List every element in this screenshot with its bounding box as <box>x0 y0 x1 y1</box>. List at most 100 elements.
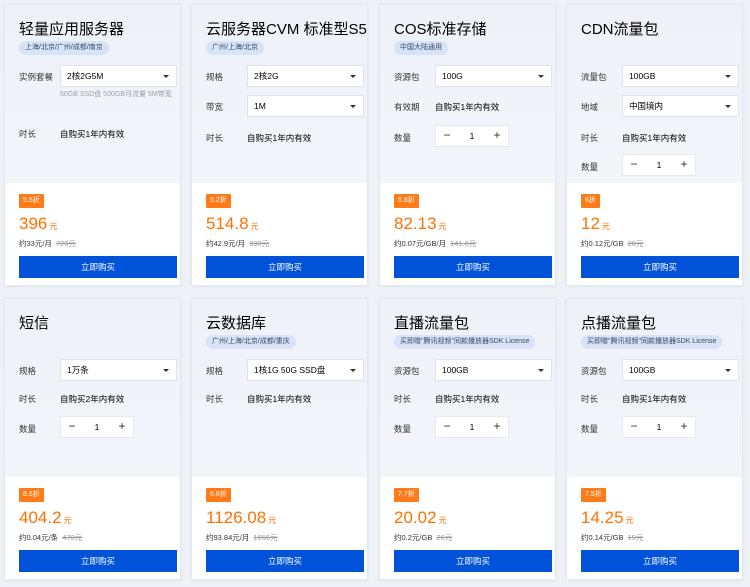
original-price: 470元 <box>62 533 83 542</box>
chevron-down-icon <box>350 105 356 108</box>
price: 396 元 <box>19 214 58 233</box>
spec-select[interactable]: 1核1G 50G SSD盘 <box>247 359 364 381</box>
duration-value: 自购买1年内有效 <box>622 394 687 404</box>
package-label: 资源包 <box>394 72 420 82</box>
chevron-down-icon <box>538 75 544 78</box>
quantity-label: 数量 <box>581 424 599 434</box>
buy-button[interactable]: 立即购买 <box>206 256 364 278</box>
discount-badge: 6.8折 <box>206 488 231 502</box>
traffic-package-select[interactable]: 100GB <box>622 65 739 87</box>
price: 14.25 元 <box>581 508 634 527</box>
validity-value: 自购买1年内有效 <box>435 102 500 112</box>
region-tag: 广州/上海/北京/成都/重庆 <box>206 335 296 349</box>
unit-price: 约0.07元/GB/月 141.6元 <box>394 239 477 248</box>
buy-button[interactable]: 立即购买 <box>394 550 552 572</box>
chevron-down-icon <box>725 75 731 78</box>
discount-badge: 7.7折 <box>394 488 419 502</box>
buy-button[interactable]: 立即购买 <box>581 256 739 278</box>
quantity-label: 数量 <box>581 162 599 172</box>
duration-label: 时长 <box>206 133 224 143</box>
chevron-down-icon <box>350 369 356 372</box>
minus-icon[interactable]: − <box>623 155 645 175</box>
promo-tag: 买即赠"腾讯视频"同款播放器SDK License <box>581 335 723 349</box>
duration-label: 时长 <box>581 133 599 143</box>
unit-price: 约33元/月 720元 <box>19 239 76 248</box>
duration-value: 自购买2年内有效 <box>60 394 125 404</box>
card-title: 短信 <box>19 315 50 332</box>
card-title: CDN流量包 <box>581 21 659 38</box>
package-select[interactable]: 100G <box>435 65 552 87</box>
bandwidth-select[interactable]: 1M <box>247 95 364 117</box>
package-select[interactable]: 100GB <box>622 359 739 381</box>
card-title: 云数据库 <box>206 315 267 332</box>
duration-value: 自购买1年内有效 <box>435 394 500 404</box>
duration-value: 自购买1年内有效 <box>60 129 125 139</box>
quantity-value[interactable]: 1 <box>458 417 486 437</box>
quantity-value[interactable]: 1 <box>83 417 111 437</box>
discount-badge: 5.5折 <box>19 194 44 208</box>
minus-icon[interactable]: − <box>436 126 458 146</box>
duration-label: 时长 <box>19 394 37 404</box>
spec-select[interactable]: 1万条 <box>60 359 177 381</box>
duration-value: 自购买1年内有效 <box>622 133 687 143</box>
card-title: COS标准存储 <box>394 21 487 38</box>
quantity-stepper: − 1 + <box>435 416 509 438</box>
original-price: 1656元 <box>253 533 278 542</box>
discount-badge: 6折 <box>581 194 600 208</box>
region-tag: 广州/上海/北京 <box>206 41 264 55</box>
plus-icon[interactable]: + <box>486 126 508 146</box>
spec-label: 实例套餐 <box>19 72 54 82</box>
product-card-sms: 短信 规格 1万条 时长 自购买2年内有效 数量 − 1 + 8.6折 404.… <box>4 298 181 580</box>
buy-button[interactable]: 立即购买 <box>206 550 364 572</box>
spec-label: 规格 <box>206 72 224 82</box>
original-price: 20元 <box>627 239 644 248</box>
minus-icon[interactable]: − <box>623 417 645 437</box>
card-title: 直播流量包 <box>394 315 470 332</box>
buy-button[interactable]: 立即购买 <box>19 550 177 572</box>
price: 12 元 <box>581 214 610 233</box>
quantity-label: 数量 <box>394 133 412 143</box>
buy-button[interactable]: 立即购买 <box>581 550 739 572</box>
buy-button[interactable]: 立即购买 <box>19 256 177 278</box>
price: 20.02 元 <box>394 508 447 527</box>
original-price: 26元 <box>436 533 453 542</box>
buy-button[interactable]: 立即购买 <box>394 256 552 278</box>
price: 404.2 元 <box>19 508 72 527</box>
package-select[interactable]: 100GB <box>435 359 552 381</box>
validity-label: 有效期 <box>394 102 420 112</box>
instance-plan-select[interactable]: 2核2G5M <box>60 65 177 87</box>
unit-price: 约42.9元/月 990元 <box>206 239 270 248</box>
region-select[interactable]: 中国境内 <box>622 95 739 117</box>
quantity-value[interactable]: 1 <box>645 155 673 175</box>
quantity-stepper: − 1 + <box>622 154 696 176</box>
card-title: 点播流量包 <box>581 315 657 332</box>
price: 82.13 元 <box>394 214 447 233</box>
plus-icon[interactable]: + <box>486 417 508 437</box>
quantity-stepper: − 1 + <box>622 416 696 438</box>
duration-label: 时长 <box>19 129 37 139</box>
plan-note: 50GB SSD盘 500GB月流量 5M带宽 <box>60 91 172 98</box>
plus-icon[interactable]: + <box>111 417 133 437</box>
bandwidth-label: 带宽 <box>206 102 224 112</box>
product-card-vod: 点播流量包 买即赠"腾讯视频"同款播放器SDK License 资源包 100G… <box>566 298 743 580</box>
spec-select[interactable]: 2核2G <box>247 65 364 87</box>
discount-badge: 8.6折 <box>19 488 44 502</box>
discount-badge: 5.2折 <box>206 194 231 208</box>
quantity-value[interactable]: 1 <box>645 417 673 437</box>
plus-icon[interactable]: + <box>673 417 695 437</box>
unit-price: 约93.84元/月 1656元 <box>206 533 278 542</box>
product-card-lighthouse: 轻量应用服务器 上海/北京/广州/成都/南京 实例套餐 2核2G5M 50GB … <box>4 4 181 286</box>
minus-icon[interactable]: − <box>61 417 83 437</box>
quantity-stepper: − 1 + <box>435 125 509 147</box>
promo-tag: 买即赠"腾讯视频"同款播放器SDK License <box>394 335 536 349</box>
unit-price: 约0.12元/GB 20元 <box>581 239 644 248</box>
quantity-value[interactable]: 1 <box>458 126 486 146</box>
region-tag: 上海/北京/广州/成都/南京 <box>19 41 109 55</box>
traffic-package-label: 流量包 <box>581 72 607 82</box>
chevron-down-icon <box>163 369 169 372</box>
minus-icon[interactable]: − <box>436 417 458 437</box>
unit-price: 约0.2元/GB 26元 <box>394 533 453 542</box>
price: 1126.08 元 <box>206 508 277 527</box>
quantity-label: 数量 <box>19 424 37 434</box>
plus-icon[interactable]: + <box>673 155 695 175</box>
